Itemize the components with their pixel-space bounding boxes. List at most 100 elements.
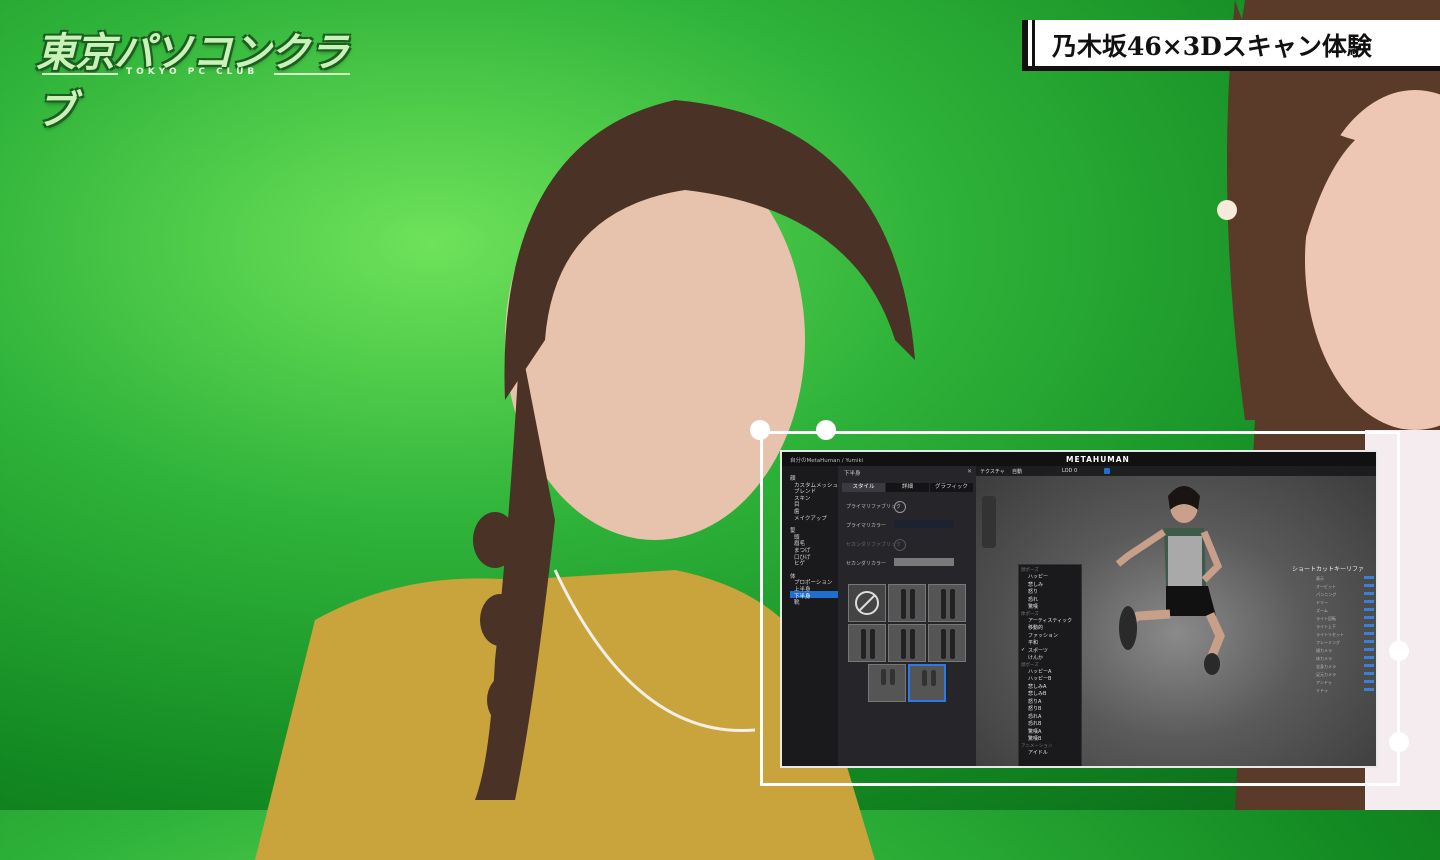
garment-item[interactable] bbox=[928, 584, 966, 622]
app-topbar: 自分のMetaHuman / Yumiki METAHUMAN bbox=[782, 452, 1376, 466]
garment-none[interactable] bbox=[848, 584, 886, 622]
garment-item-selected[interactable] bbox=[908, 664, 946, 702]
shortcut-row: アンドゥ bbox=[1316, 680, 1332, 685]
shortcut-row: ライトリセット bbox=[1316, 632, 1344, 637]
shortcut-row: 顔カメラ bbox=[1316, 648, 1332, 653]
menu-item[interactable]: 驚嘆B bbox=[1028, 735, 1041, 742]
sidebar-item[interactable]: 靴 bbox=[794, 598, 800, 606]
menu-item[interactable]: 怒り bbox=[1028, 588, 1038, 595]
shortcut-key bbox=[1364, 600, 1374, 603]
shortcut-row: フレーミング bbox=[1316, 640, 1340, 645]
toolbar-active-icon[interactable] bbox=[1104, 468, 1110, 474]
frame-dot bbox=[816, 420, 836, 440]
shortcuts-title: ショートカットキーリファ bbox=[1292, 566, 1365, 573]
style-panel: 下半身 ✕ スタイル 詳細 グラフィック プライマリファブリック プライマリカラ… bbox=[838, 466, 976, 766]
shortcut-key bbox=[1364, 648, 1374, 651]
shortcut-key bbox=[1364, 640, 1374, 643]
menu-item[interactable]: アイドル bbox=[1028, 749, 1048, 756]
shortcut-row: オービット bbox=[1316, 584, 1336, 589]
shortcut-row: 足元カメラ bbox=[1316, 672, 1336, 677]
menu-item[interactable]: 悲しみ bbox=[1028, 581, 1043, 588]
garment-item[interactable] bbox=[888, 584, 926, 622]
viewport-side-tools[interactable] bbox=[982, 496, 996, 548]
shortcut-row: リドゥ bbox=[1316, 688, 1328, 693]
toolbar-auto[interactable]: 自動 bbox=[1012, 468, 1022, 475]
menu-item[interactable]: 移動的 bbox=[1028, 624, 1043, 631]
shortcut-row: ライト回転 bbox=[1316, 616, 1336, 621]
menu-item[interactable]: 恐れ bbox=[1028, 596, 1038, 603]
logo-subtitle: TOKYO PC CLUB bbox=[126, 67, 259, 77]
menu-item[interactable]: 悲しみB bbox=[1028, 690, 1046, 697]
shortcut-key bbox=[1364, 584, 1374, 587]
menu-item[interactable]: 怒りB bbox=[1028, 705, 1041, 712]
menu-item[interactable]: 平和 bbox=[1028, 639, 1038, 646]
menu-item[interactable]: スポーツ bbox=[1028, 647, 1048, 654]
menu-item[interactable]: 驚嘆 bbox=[1028, 603, 1038, 610]
3d-viewport[interactable]: テクスチャ 自動 LOD 0 顔ポーズ ハッピー 悲しみ 怒り 恐れ 驚嘆 体ポーズ アーティ… bbox=[976, 466, 1376, 766]
menu-item[interactable]: ファッション bbox=[1028, 632, 1058, 639]
primary-color-label: プライマリカラー bbox=[846, 523, 887, 529]
menu-item[interactable]: 恐れA bbox=[1028, 713, 1041, 720]
menu-item[interactable]: ハッピーA bbox=[1028, 668, 1051, 675]
menu-item[interactable]: 怒りA bbox=[1028, 698, 1041, 705]
garment-item[interactable] bbox=[928, 624, 966, 662]
menu-item[interactable]: けんか bbox=[1028, 654, 1043, 661]
secondary-color-swatch[interactable] bbox=[894, 558, 954, 566]
shortcut-key bbox=[1364, 624, 1374, 627]
tab-style[interactable]: スタイル bbox=[842, 483, 885, 492]
shortcut-key bbox=[1364, 576, 1374, 579]
sidebar: 顔カスタムメッシュ ブレンド スキン目歯メイクアップ髪頭眉毛 まつげ 口ひげ ヒゲ体プロポ… bbox=[782, 466, 838, 766]
primary-fabric-swatch[interactable] bbox=[894, 501, 906, 513]
secondary-fabric-label: セカンダリファブリック bbox=[846, 542, 902, 548]
shortcut-row: ライト上下 bbox=[1316, 624, 1336, 629]
frame-dot bbox=[750, 420, 770, 440]
menu-item[interactable]: ハッピーB bbox=[1028, 675, 1051, 682]
episode-caption: 乃木坂46×3Dスキャン体験 bbox=[1022, 20, 1440, 68]
sidebar-item[interactable]: メイクアップ bbox=[794, 514, 827, 522]
shortcut-row: 全身カメラ bbox=[1316, 664, 1336, 669]
tab-graphic[interactable]: グラフィック bbox=[930, 483, 973, 492]
brand-title: METAHUMAN bbox=[1066, 455, 1130, 464]
shortcut-row: ズーム bbox=[1316, 608, 1328, 613]
menu-item[interactable]: 悲しみA bbox=[1028, 683, 1046, 690]
pose-dropdown-menu[interactable]: 顔ポーズ ハッピー 悲しみ 怒り 恐れ 驚嘆 体ポーズ アーティスティック 移動的 ファッション平… bbox=[1018, 564, 1082, 766]
shortcut-row: パンニング bbox=[1316, 592, 1337, 597]
panel-title: 下半身 bbox=[844, 471, 861, 477]
logo: 東京パソコンクラブ TOKYO PC CLUB bbox=[36, 20, 376, 134]
logo-line-left bbox=[42, 73, 118, 75]
primary-fabric-label: プライマリファブリック bbox=[846, 504, 902, 510]
frame-dot bbox=[1389, 641, 1409, 661]
shortcut-key bbox=[1364, 592, 1374, 595]
shortcut-row: 表示 bbox=[1316, 576, 1324, 581]
menu-item[interactable]: 恐れB bbox=[1028, 720, 1041, 727]
shortcut-key bbox=[1364, 608, 1374, 611]
viewport-toolbar: テクスチャ 自動 LOD 0 bbox=[976, 466, 1376, 476]
menu-item[interactable]: アーティスティック bbox=[1028, 617, 1072, 624]
prohibited-icon bbox=[855, 591, 879, 615]
shortcut-key bbox=[1364, 616, 1374, 619]
secondary-color-label: セカンダリカラー bbox=[846, 561, 887, 567]
toolbar-lod[interactable]: LOD 0 bbox=[1062, 468, 1077, 474]
menu-item[interactable]: ハッピー bbox=[1028, 573, 1048, 580]
close-icon[interactable]: ✕ bbox=[967, 468, 972, 475]
logo-line-right bbox=[274, 73, 350, 75]
garment-item[interactable] bbox=[888, 624, 926, 662]
metahuman-app-window: 自分のMetaHuman / Yumiki METAHUMAN 顔カスタムメッシ… bbox=[780, 450, 1378, 768]
secondary-fabric-swatch[interactable] bbox=[894, 539, 906, 551]
toolbar-texture[interactable]: テクスチャ bbox=[980, 468, 1005, 475]
shortcut-key bbox=[1364, 688, 1374, 691]
shortcut-row: 体カメラ bbox=[1316, 656, 1332, 661]
shortcut-key bbox=[1364, 672, 1374, 675]
sidebar-item[interactable]: ヒゲ bbox=[794, 559, 805, 567]
tab-detail[interactable]: 詳細 bbox=[886, 483, 929, 492]
shortcut-key bbox=[1364, 680, 1374, 683]
shortcut-key bbox=[1364, 664, 1374, 667]
shortcut-key bbox=[1364, 656, 1374, 659]
garment-item[interactable] bbox=[868, 664, 906, 702]
frame-dot bbox=[1389, 732, 1409, 752]
check-icon: ✓ bbox=[1021, 646, 1026, 653]
primary-color-swatch[interactable] bbox=[894, 520, 954, 528]
garment-item[interactable] bbox=[848, 624, 886, 662]
menu-item[interactable]: 驚嘆A bbox=[1028, 728, 1041, 735]
breadcrumb[interactable]: 自分のMetaHuman / Yumiki bbox=[790, 456, 863, 464]
